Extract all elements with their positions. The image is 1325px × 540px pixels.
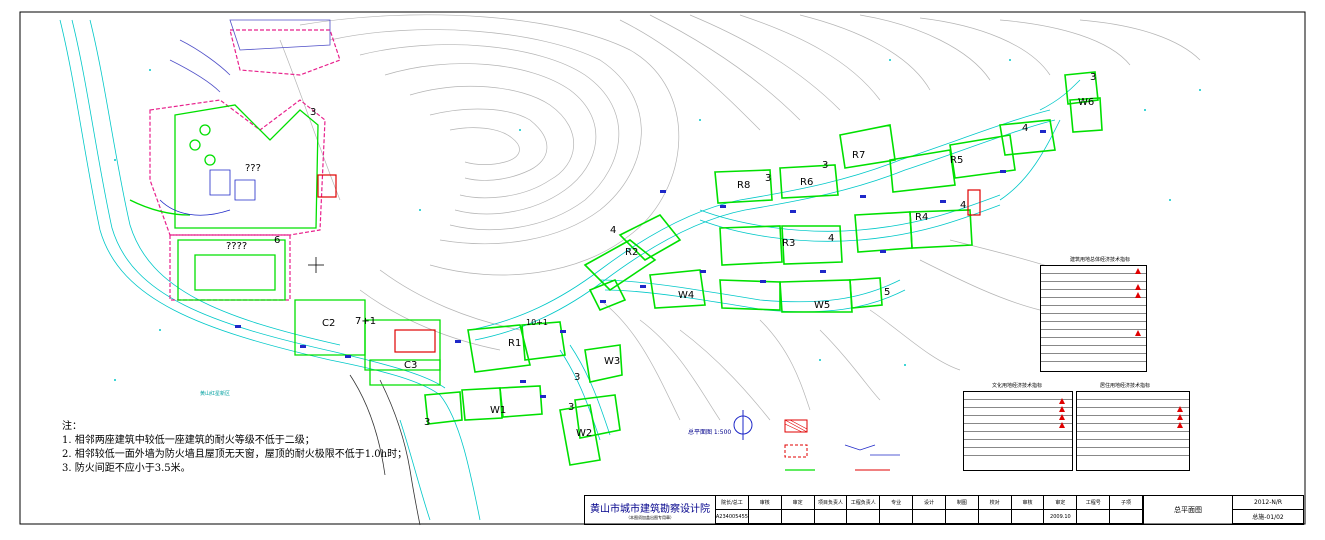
sheet-number: 总施-01/02 <box>1233 510 1303 524</box>
fire-separation-box <box>394 329 436 353</box>
drawing-name: 总平面图 <box>1143 496 1233 524</box>
sign-cell <box>1011 510 1045 524</box>
project-number: 2012-N/R <box>1233 496 1303 510</box>
sign-header: 审定 <box>781 496 815 510</box>
date-cell: 2009.10 <box>1044 510 1078 524</box>
point-markers <box>114 59 1201 381</box>
table-culture <box>963 391 1073 471</box>
institute-name: 黄山市城市建筑勘察设计院 <box>590 503 710 515</box>
sign-cell <box>945 510 979 524</box>
note-item: 3. 防火间距不应小于3.5米。 <box>62 463 191 474</box>
sign-cell <box>847 510 881 524</box>
fire-hatch-box <box>317 174 337 198</box>
institute-subtitle: （本图须加盖出图专用章） <box>626 514 674 520</box>
drawing-info: 总平面图 2012-N/R 总施-01/02 <box>1143 496 1303 524</box>
sign-header: 制图 <box>945 496 979 510</box>
sign-cell <box>913 510 946 524</box>
main-complex-interior <box>159 169 256 216</box>
sign-header: 审定 <box>1044 496 1078 510</box>
road-markers <box>235 130 1046 398</box>
title-block: 黄山市城市建筑勘察设计院 （本图须加盖出图专用章） 院长/总工 审核 审定 项目… <box>584 495 1304 525</box>
sign-header: 专业 <box>880 496 914 510</box>
sign-header: 工程负责人 <box>847 496 881 510</box>
sign-cell <box>1110 510 1143 524</box>
commercial-blocks <box>294 299 441 386</box>
note-item: 2. 相邻较低一面外墙为防火墙且屋顶无天窗，屋顶的耐火极限不低于1.0h时； <box>62 449 408 460</box>
sign-cell <box>781 510 815 524</box>
crosshair <box>308 257 324 273</box>
signature-grid: 院长/总工 审核 审定 项目负责人 工程负责人 专业 设计 制图 校对 审核 审… <box>716 496 1143 524</box>
sign-header: 设计 <box>913 496 946 510</box>
table-overall <box>1040 265 1147 372</box>
sign-cell <box>880 510 914 524</box>
drawing-meta: 2012-N/R 总施-01/02 <box>1233 496 1303 524</box>
existing-buildings <box>169 19 331 93</box>
sign-header: 院长/总工 <box>716 496 749 510</box>
sign-header: 审核 <box>748 496 782 510</box>
sign-cell <box>748 510 782 524</box>
sign-header: 项目负责人 <box>814 496 848 510</box>
sign-cell <box>1077 510 1111 524</box>
table-title-culture: 文化用地经济技术指标 <box>992 383 1043 389</box>
drawing-sheet: R1 R2 R3 R4 R5 R6 R7 R8 W1 W2 W3 W4 W5 W… <box>0 0 1325 540</box>
sign-cell <box>814 510 848 524</box>
table-title-residential: 居住用地经济技术指标 <box>1100 383 1151 389</box>
scale-label: 总平面图 1:500 <box>688 429 732 436</box>
notes-heading: 注： <box>62 421 82 432</box>
institute-cell: 黄山市城市建筑勘察设计院 （本图须加盖出图专用章） <box>585 496 716 524</box>
cert-number: A234005455 <box>716 510 749 524</box>
sign-header: 工程号 <box>1077 496 1111 510</box>
sign-header: 校对 <box>978 496 1012 510</box>
note-item: 1. 相邻两座建筑中较低一座建筑的耐火等级不低于二级； <box>62 435 315 446</box>
sign-header: 子项 <box>1110 496 1143 510</box>
table-residential <box>1076 391 1190 471</box>
sign-header: 审核 <box>1011 496 1045 510</box>
legend <box>784 419 900 471</box>
north-arrow-icon <box>733 410 753 440</box>
design-notes: 注： 1. 相邻两座建筑中较低一座建筑的耐火等级不低于二级； 2. 相邻较低一面… <box>62 420 407 476</box>
table-title-overall: 建筑用地总体经济技术指标 <box>1070 257 1131 263</box>
sign-cell <box>978 510 1012 524</box>
